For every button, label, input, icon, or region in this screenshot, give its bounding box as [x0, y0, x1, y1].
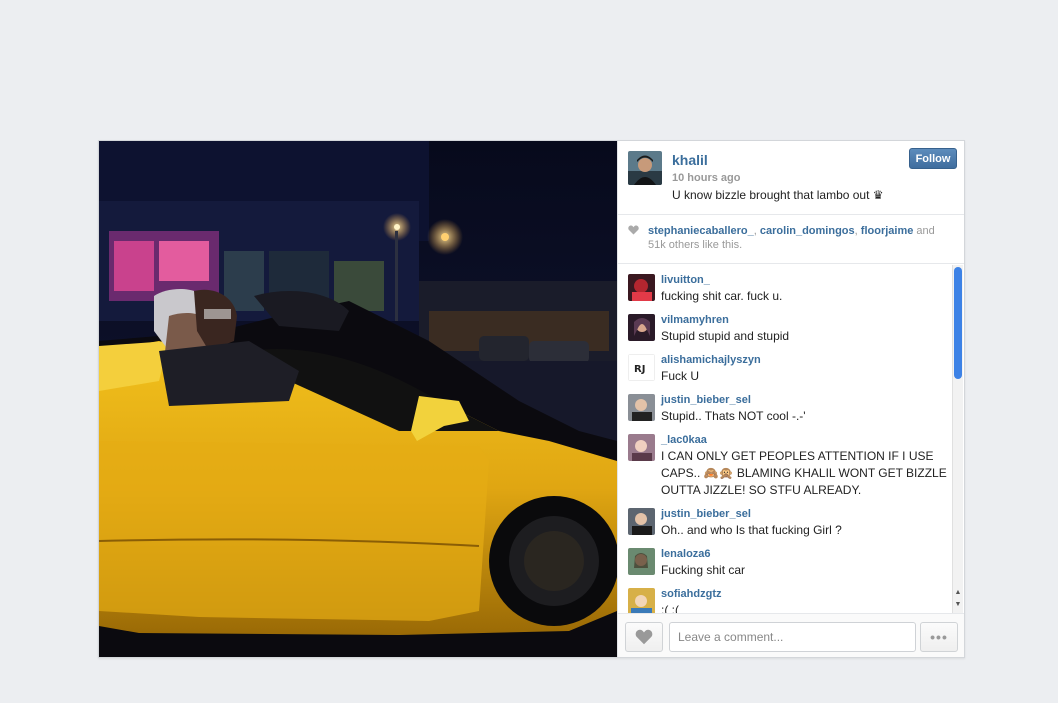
comment-text: Fucking shit car — [661, 563, 746, 577]
post-photo[interactable] — [99, 141, 617, 657]
comment-username[interactable]: _lac0kaa — [661, 434, 948, 447]
post-time: 10 hours ago — [672, 172, 741, 184]
comment-item: justin_bieber_sel Oh.. and who Is that f… — [618, 508, 954, 539]
commenter-avatar[interactable]: RJ — [628, 354, 655, 381]
scroll-up-icon[interactable]: ▲ — [953, 587, 963, 599]
comment-text: Stupid stupid and stupid — [661, 329, 790, 343]
comment-item: RJ alishamichajlyszyn Fuck U — [618, 354, 954, 385]
scrollbar-thumb[interactable] — [954, 267, 962, 379]
commenter-avatar[interactable] — [628, 394, 655, 421]
comment-list[interactable]: livuitton_ fucking shit car. fuck u. vil… — [618, 265, 954, 613]
post-header: khalil 10 hours ago U know bizzle brough… — [618, 141, 964, 215]
heart-icon — [635, 629, 653, 645]
comment-username[interactable]: livuitton_ — [661, 274, 948, 287]
comment-footer: ••• — [618, 613, 964, 657]
comment-item: justin_bieber_sel Stupid.. Thats NOT coo… — [618, 394, 954, 425]
comment-input[interactable] — [669, 622, 916, 652]
commenter-avatar[interactable] — [628, 548, 655, 575]
follow-button[interactable]: Follow — [909, 148, 957, 169]
post-card: khalil 10 hours ago U know bizzle brough… — [98, 140, 965, 658]
scroll-down-icon[interactable]: ▼ — [953, 599, 963, 611]
comment-item: lenaloza6 Fucking shit car — [618, 548, 954, 579]
comment-text: I CAN ONLY GET PEOPLES ATTENTION IF I US… — [661, 449, 947, 497]
author-avatar[interactable] — [628, 151, 662, 185]
post-sidebar: khalil 10 hours ago U know bizzle brough… — [617, 141, 964, 657]
commenter-avatar[interactable] — [628, 588, 655, 613]
more-options-button[interactable]: ••• — [920, 622, 958, 652]
likes-summary: stephaniecaballero_, carolin_domingos, f… — [618, 215, 964, 264]
comment-item: livuitton_ fucking shit car. fuck u. — [618, 274, 954, 305]
comment-scrollbar[interactable]: ▲ ▼ — [952, 265, 963, 613]
commenter-avatar[interactable] — [628, 274, 655, 301]
comment-username[interactable]: justin_bieber_sel — [661, 508, 948, 521]
comment-username[interactable]: sofiahdzgtz — [661, 588, 948, 601]
comment-item: vilmamyhren Stupid stupid and stupid — [618, 314, 954, 345]
comment-text: :( :( — [661, 603, 679, 613]
author-username[interactable]: khalil — [672, 152, 708, 168]
commenter-avatar[interactable] — [628, 508, 655, 535]
like-user[interactable]: floorjaime — [861, 225, 914, 237]
post-caption: U know bizzle brought that lambo out ♛ — [672, 188, 884, 202]
comment-username[interactable]: justin_bieber_sel — [661, 394, 948, 407]
comment-username[interactable]: vilmamyhren — [661, 314, 948, 327]
comment-item: _lac0kaa I CAN ONLY GET PEOPLES ATTENTIO… — [618, 434, 954, 499]
commenter-avatar[interactable] — [628, 434, 655, 461]
commenter-avatar[interactable] — [628, 314, 655, 341]
svg-text:RJ: RJ — [634, 364, 645, 375]
comment-text: Oh.. and who Is that fucking Girl ? — [661, 523, 842, 537]
comment-username[interactable]: lenaloza6 — [661, 548, 948, 561]
comment-text: fucking shit car. fuck u. — [661, 289, 783, 303]
comment-text: Fuck U — [661, 369, 700, 383]
like-button[interactable] — [625, 622, 663, 652]
like-user[interactable]: stephaniecaballero_ — [648, 225, 754, 237]
comment-item: sofiahdzgtz :( :( — [618, 588, 954, 613]
like-user[interactable]: carolin_domingos — [760, 225, 855, 237]
heart-icon — [628, 225, 639, 235]
comment-text: Stupid.. Thats NOT cool -.-' — [661, 409, 806, 423]
lamborghini-photo — [99, 141, 617, 657]
comment-username[interactable]: alishamichajlyszyn — [661, 354, 948, 367]
